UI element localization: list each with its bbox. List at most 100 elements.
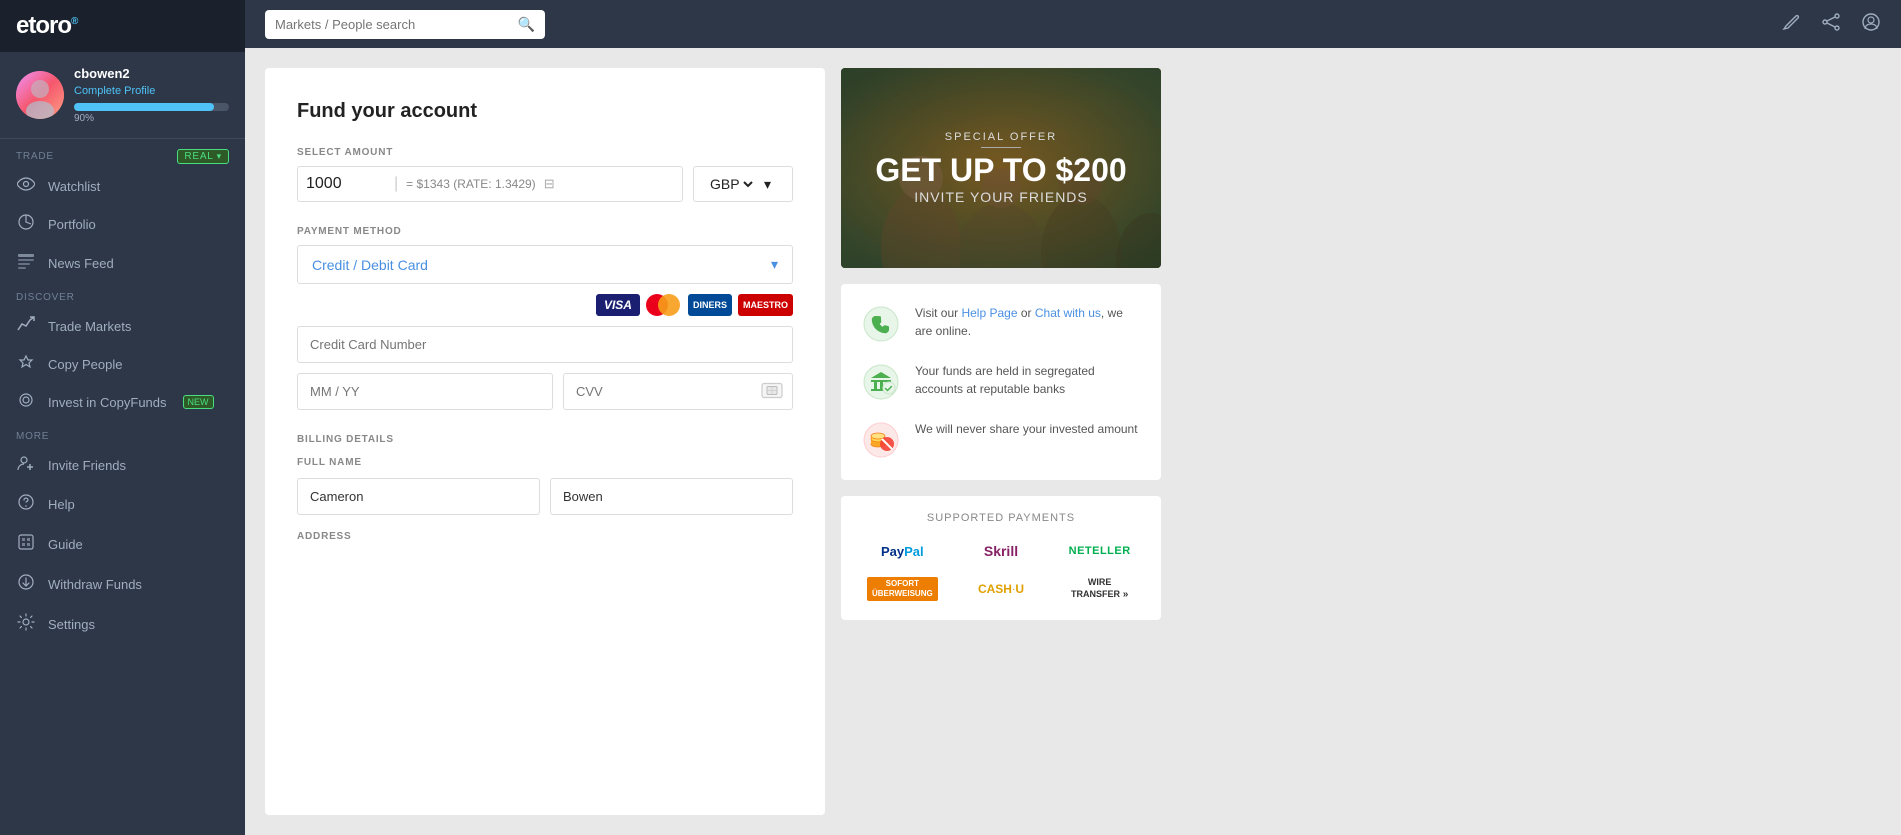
promo-subtitle: INVITE YOUR FRIENDS: [875, 189, 1126, 205]
fund-account-card: Fund your account SELECT AMOUNT | = $134…: [265, 68, 825, 815]
progress-label: 90%: [74, 113, 229, 124]
address-label: ADDRESS: [297, 531, 793, 542]
complete-profile-link[interactable]: Complete Profile: [74, 85, 155, 97]
profile-info: cbowen2 Complete Profile 90%: [74, 66, 229, 124]
edit-icon[interactable]: [1781, 12, 1801, 37]
sidebar-item-help[interactable]: Help: [0, 484, 245, 524]
portfolio-icon: [16, 213, 36, 235]
expiry-cvv-row: [297, 373, 793, 410]
amount-divider: |: [394, 175, 398, 193]
promo-card: SPECIAL OFFER GET UP TO $200 INVITE YOUR…: [841, 68, 1161, 268]
credit-card-number-input[interactable]: [297, 326, 793, 363]
info-item-help: Visit our Help Page or Chat with us, we …: [861, 304, 1141, 344]
payment-method-section: PAYMENT METHOD Credit / Debit Card ▾ VIS…: [297, 226, 793, 410]
amount-input[interactable]: [306, 175, 386, 193]
search-box[interactable]: 🔍: [265, 10, 545, 39]
neteller-logo: NETELLER: [1054, 536, 1145, 566]
help-icon: [16, 493, 36, 515]
newsfeed-label: News Feed: [48, 256, 114, 271]
trade-markets-icon: [16, 316, 36, 336]
watchlist-label: Watchlist: [48, 179, 100, 194]
info-item-privacy: We will never share your invested amount: [861, 420, 1141, 460]
amount-input-wrap: | = $1343 (RATE: 1.3429) ⊟: [297, 166, 683, 202]
phone-icon: [861, 304, 901, 344]
sidebar-item-copy-people[interactable]: Copy People: [0, 345, 245, 383]
payment-dropdown-arrow: ▾: [771, 256, 778, 273]
settings-label: Settings: [48, 617, 95, 632]
main-content: 🔍: [245, 0, 1901, 835]
payments-grid: PayPal Skrill NETELLER SOFORTÜBERWEISUNG: [857, 536, 1145, 604]
profile-section: cbowen2 Complete Profile 90%: [0, 52, 245, 139]
withdraw-icon: [16, 573, 36, 595]
expiry-input[interactable]: [297, 373, 553, 410]
sidebar-item-invite-friends[interactable]: Invite Friends: [0, 446, 245, 484]
amount-row: | = $1343 (RATE: 1.3429) ⊟ GBP USD EUR ▾: [297, 166, 793, 202]
payment-dropdown[interactable]: Credit / Debit Card ▾: [297, 245, 793, 284]
invite-friends-icon: [16, 455, 36, 475]
info-card: Visit our Help Page or Chat with us, we …: [841, 284, 1161, 480]
cvv-input[interactable]: [563, 373, 793, 410]
diners-logo: DINERS: [688, 294, 732, 316]
newsfeed-icon: [16, 253, 36, 273]
progress-bar-fill: [74, 103, 214, 111]
mastercard-logo: [646, 294, 682, 316]
copyfunds-icon: [16, 392, 36, 412]
discover-section-label: DISCOVER: [0, 282, 245, 307]
maestro-logo: MAESTRO: [738, 294, 793, 316]
sidebar-item-withdraw-funds[interactable]: Withdraw Funds: [0, 564, 245, 604]
help-info-text: Visit our Help Page or Chat with us, we …: [915, 304, 1141, 340]
guide-icon: [16, 533, 36, 555]
copyfunds-label: Invest in CopyFunds: [48, 395, 167, 410]
sidebar-item-newsfeed[interactable]: News Feed: [0, 244, 245, 282]
currency-select-wrap[interactable]: GBP USD EUR ▾: [693, 166, 793, 202]
last-name-input[interactable]: [550, 478, 793, 515]
help-label: Help: [48, 497, 75, 512]
info-item-bank: Your funds are held in segregated accoun…: [861, 362, 1141, 402]
trade-section-label: TRADE REAL: [0, 139, 245, 168]
payments-card: SUPPORTED PAYMENTS PayPal Skrill NETELLE…: [841, 496, 1161, 620]
full-name-label: FULL NAME: [297, 457, 793, 468]
select-amount-label: SELECT AMOUNT: [297, 147, 793, 158]
chat-link[interactable]: Chat with us: [1035, 306, 1101, 320]
promo-content: SPECIAL OFFER GET UP TO $200 INVITE YOUR…: [875, 131, 1126, 205]
first-name-input[interactable]: [297, 478, 540, 515]
currency-select[interactable]: GBP USD EUR: [706, 175, 756, 193]
card-chip-icon: [761, 382, 783, 401]
sidebar-item-copyfunds[interactable]: Invest in CopyFunds NEW: [0, 383, 245, 421]
share-icon[interactable]: [1821, 12, 1841, 37]
guide-label: Guide: [48, 537, 83, 552]
sidebar-item-portfolio[interactable]: Portfolio: [0, 204, 245, 244]
invite-friends-label: Invite Friends: [48, 458, 126, 473]
promo-special-offer: SPECIAL OFFER: [875, 131, 1126, 143]
name-row: [297, 478, 793, 515]
copy-people-label: Copy People: [48, 357, 122, 372]
cashu-logo: CASH·U: [956, 574, 1047, 604]
billing-section: BILLING DETAILS FULL NAME ADDRESS: [297, 434, 793, 542]
topbar-actions: [1781, 12, 1881, 37]
account-icon[interactable]: [1861, 12, 1881, 37]
new-badge: NEW: [183, 395, 214, 409]
logo: etoro®: [16, 12, 77, 40]
sidebar-item-trade-markets[interactable]: Trade Markets: [0, 307, 245, 345]
help-page-link[interactable]: Help Page: [961, 306, 1017, 320]
sidebar-header: etoro®: [0, 0, 245, 52]
sidebar-item-watchlist[interactable]: Watchlist: [0, 168, 245, 204]
amount-info-icon[interactable]: ⊟: [544, 176, 555, 192]
sidebar-item-settings[interactable]: Settings: [0, 604, 245, 644]
sidebar-item-guide[interactable]: Guide: [0, 524, 245, 564]
chevron-down-icon: ▾: [764, 176, 771, 193]
card-logos: VISA DINERS MAESTRO: [297, 294, 793, 316]
bank-icon: [861, 362, 901, 402]
real-badge[interactable]: REAL: [177, 149, 229, 164]
search-input[interactable]: [275, 17, 512, 32]
sofort-logo: SOFORTÜBERWEISUNG: [857, 574, 948, 604]
eye-icon: [16, 177, 36, 195]
search-icon: 🔍: [518, 16, 535, 33]
cvv-wrap: [563, 373, 793, 410]
amount-equiv: = $1343 (RATE: 1.3429): [406, 177, 536, 191]
progress-bar-wrap: [74, 103, 229, 111]
card-title: Fund your account: [297, 100, 793, 123]
promo-line: [981, 147, 1021, 148]
portfolio-label: Portfolio: [48, 217, 96, 232]
avatar: [16, 71, 64, 119]
